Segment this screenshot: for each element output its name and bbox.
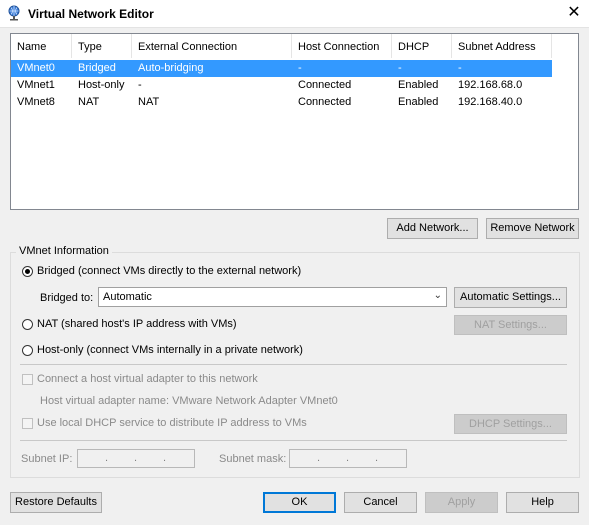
- ip-separator: .: [163, 452, 167, 464]
- window-title: Virtual Network Editor: [28, 7, 154, 21]
- help-button[interactable]: Help: [506, 492, 579, 513]
- ip-separator: .: [346, 452, 350, 464]
- close-icon[interactable]: ✕: [562, 2, 586, 24]
- cell-external: NAT: [138, 96, 160, 108]
- nat-settings-button[interactable]: NAT Settings...: [454, 315, 567, 335]
- ip-separator: .: [317, 452, 321, 464]
- table-row[interactable]: VMnet8 NAT NAT Connected Enabled 192.168…: [11, 94, 552, 111]
- cell-type: Host-only: [78, 79, 125, 91]
- cancel-button[interactable]: Cancel: [344, 492, 417, 513]
- cell-name: VMnet1: [17, 79, 55, 91]
- radio-selected-dot: [25, 269, 30, 274]
- cell-external: Auto-bridging: [138, 62, 204, 74]
- cell-type: NAT: [78, 96, 100, 108]
- radio-bridged-label[interactable]: Bridged (connect VMs directly to the ext…: [37, 265, 301, 277]
- remove-network-button[interactable]: Remove Network: [486, 218, 579, 239]
- cell-host: -: [298, 62, 302, 74]
- add-network-button[interactable]: Add Network...: [387, 218, 478, 239]
- use-dhcp-label[interactable]: Use local DHCP service to distribute IP …: [37, 417, 307, 429]
- cell-name: VMnet8: [17, 96, 55, 108]
- subnet-mask-input[interactable]: . . .: [289, 449, 407, 468]
- cell-type: Bridged: [78, 62, 116, 74]
- radio-host-only-label[interactable]: Host-only (connect VMs internally in a p…: [37, 344, 303, 356]
- automatic-settings-button[interactable]: Automatic Settings...: [454, 287, 567, 308]
- column-header-dhcp[interactable]: DHCP: [392, 34, 452, 58]
- connect-adapter-checkbox[interactable]: [22, 374, 33, 385]
- column-header-external[interactable]: External Connection: [132, 34, 292, 58]
- radio-nat[interactable]: [22, 319, 33, 330]
- use-dhcp-checkbox[interactable]: [22, 418, 33, 429]
- divider: [20, 440, 567, 441]
- cell-dhcp: -: [398, 62, 402, 74]
- group-label: VMnet Information: [16, 245, 112, 257]
- radio-bridged[interactable]: [22, 266, 33, 277]
- bridged-to-select[interactable]: Automatic ⌄: [98, 287, 447, 307]
- cell-subnet: 192.168.68.0: [458, 79, 523, 91]
- chevron-down-icon: ⌄: [433, 290, 442, 301]
- adapter-name-text: Host virtual adapter name: VMware Networ…: [40, 395, 338, 407]
- cell-host: Connected: [298, 79, 352, 91]
- column-header-name[interactable]: Name: [11, 34, 72, 58]
- bridged-to-value: Automatic: [103, 291, 152, 303]
- ip-separator: .: [105, 452, 109, 464]
- subnet-ip-input[interactable]: . . .: [77, 449, 195, 468]
- dhcp-settings-button[interactable]: DHCP Settings...: [454, 414, 567, 434]
- subnet-mask-label: Subnet mask:: [219, 453, 287, 465]
- vmnet-information-group: [10, 252, 580, 478]
- network-list[interactable]: Name Type External Connection Host Conne…: [10, 33, 579, 210]
- cell-subnet: 192.168.40.0: [458, 96, 523, 108]
- table-row[interactable]: VMnet0 Bridged Auto-bridging - - -: [11, 60, 552, 77]
- cell-name: VMnet0: [17, 62, 55, 74]
- title-bar: Virtual Network Editor ✕: [0, 0, 589, 28]
- connect-adapter-label[interactable]: Connect a host virtual adapter to this n…: [37, 373, 258, 385]
- radio-host-only[interactable]: [22, 345, 33, 356]
- cell-subnet: -: [458, 62, 462, 74]
- radio-nat-label[interactable]: NAT (shared host's IP address with VMs): [37, 318, 237, 330]
- column-header-host[interactable]: Host Connection: [292, 34, 392, 58]
- cell-dhcp: Enabled: [398, 96, 439, 108]
- column-header-type[interactable]: Type: [72, 34, 132, 58]
- restore-defaults-button[interactable]: Restore Defaults: [10, 492, 102, 513]
- table-row[interactable]: VMnet1 Host-only - Connected Enabled 192…: [11, 77, 552, 94]
- apply-button[interactable]: Apply: [425, 492, 498, 513]
- ip-separator: .: [134, 452, 138, 464]
- ip-separator: .: [375, 452, 379, 464]
- cell-host: Connected: [298, 96, 352, 108]
- divider: [20, 364, 567, 365]
- subnet-ip-label: Subnet IP:: [21, 453, 73, 465]
- bridged-to-label: Bridged to:: [40, 292, 94, 304]
- list-header: Name Type External Connection Host Conne…: [11, 34, 578, 58]
- cell-external: -: [138, 79, 142, 91]
- network-globe-icon: [8, 5, 20, 21]
- column-header-subnet[interactable]: Subnet Address: [452, 34, 552, 58]
- ok-button[interactable]: OK: [263, 492, 336, 513]
- cell-dhcp: Enabled: [398, 79, 439, 91]
